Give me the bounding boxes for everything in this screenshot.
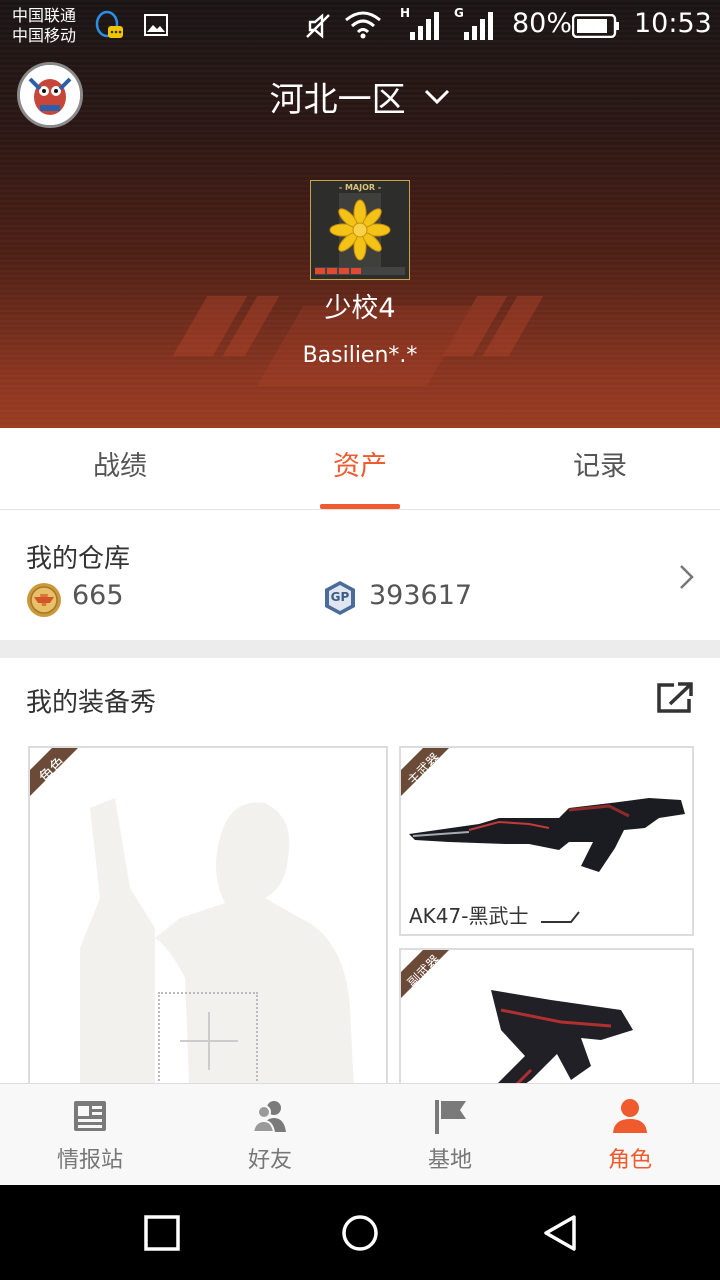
battery-percent: 80% [512,8,573,39]
tab-records[interactable]: 记录 [480,428,720,510]
person-icon [613,1099,647,1133]
server-name: 河北一区 [269,80,406,120]
share-icon[interactable] [656,682,694,714]
tab-assets[interactable]: 资产 [240,428,480,510]
server-selector[interactable]: 河北一区 [0,72,720,121]
profile-header: 中国联通 中国移动 H G 80% 10:53 河北一区 - MAJOR - 少… [0,0,720,428]
warehouse-title: 我的仓库 [26,544,131,574]
mute-icon [306,13,330,39]
gp-balance: 393617 [369,580,473,611]
active-tab-indicator [320,504,400,509]
status-bar: 中国联通 中国移动 H G 80% 10:53 [0,0,720,52]
qq-notification-icon [95,10,123,38]
tab-stats[interactable]: 战绩 [0,428,240,510]
chevron-right-icon [680,565,694,589]
battery-icon [572,14,619,38]
secondary-weapon-card[interactable]: 副武器 [399,948,694,1084]
nav-base[interactable]: 基地 [360,1084,540,1186]
friends-icon [252,1101,286,1133]
home-button[interactable] [340,1213,380,1253]
nav-friends[interactable]: 好友 [180,1084,360,1186]
signal-2-icon: G [454,6,496,40]
secondary-weapon-image [491,990,633,1084]
gp-icon: GP [322,580,358,616]
primary-weapon-tag: 主武器 [401,748,459,806]
rank-badge: - MAJOR - [310,180,410,280]
system-navigation-bar [0,1185,720,1280]
secondary-weapon-tag: 副武器 [401,950,459,1008]
role-tag: 角色 [30,748,88,806]
player-name: Basilien*.* [302,343,418,368]
news-icon [74,1101,106,1131]
rank-title: 少校4 [324,293,396,324]
tab-bar: 战绩 资产 记录 [0,428,720,510]
bottom-nav: 情报站 好友 基地 角色 [0,1083,720,1185]
coin-balance: 665 [72,580,124,611]
flag-icon [435,1100,466,1134]
rank-star-icon [329,199,391,261]
signal-1-icon: H [400,6,442,40]
nav-news[interactable]: 情报站 [0,1084,180,1186]
equipment-showcase: 我的装备秀 角色 AK47-黑武士 主武器 副武器 [0,658,720,1084]
weapon-tier-icon [540,910,580,923]
carrier-label: 中国联通 中国移动 [12,6,77,45]
back-button[interactable] [540,1213,580,1253]
wifi-icon [345,11,381,39]
equipment-title: 我的装备秀 [26,688,157,718]
primary-weapon-name: AK47-黑武士 [409,900,581,929]
warehouse-row[interactable]: 我的仓库 665 GP 393617 [0,510,720,640]
role-card[interactable]: 角色 [28,746,388,1084]
chevron-down-icon [425,89,450,104]
primary-weapon-card[interactable]: AK47-黑武士 主武器 [399,746,694,936]
cf-coin-icon [27,583,61,617]
section-divider [0,640,720,658]
nav-role[interactable]: 角色 [540,1084,720,1186]
app-screen: 中国联通 中国移动 H G 80% 10:53 河北一区 - MAJOR - 少… [0,0,720,1280]
recents-button[interactable] [142,1213,182,1253]
gallery-icon [144,14,168,36]
clock: 10:53 [634,8,712,39]
